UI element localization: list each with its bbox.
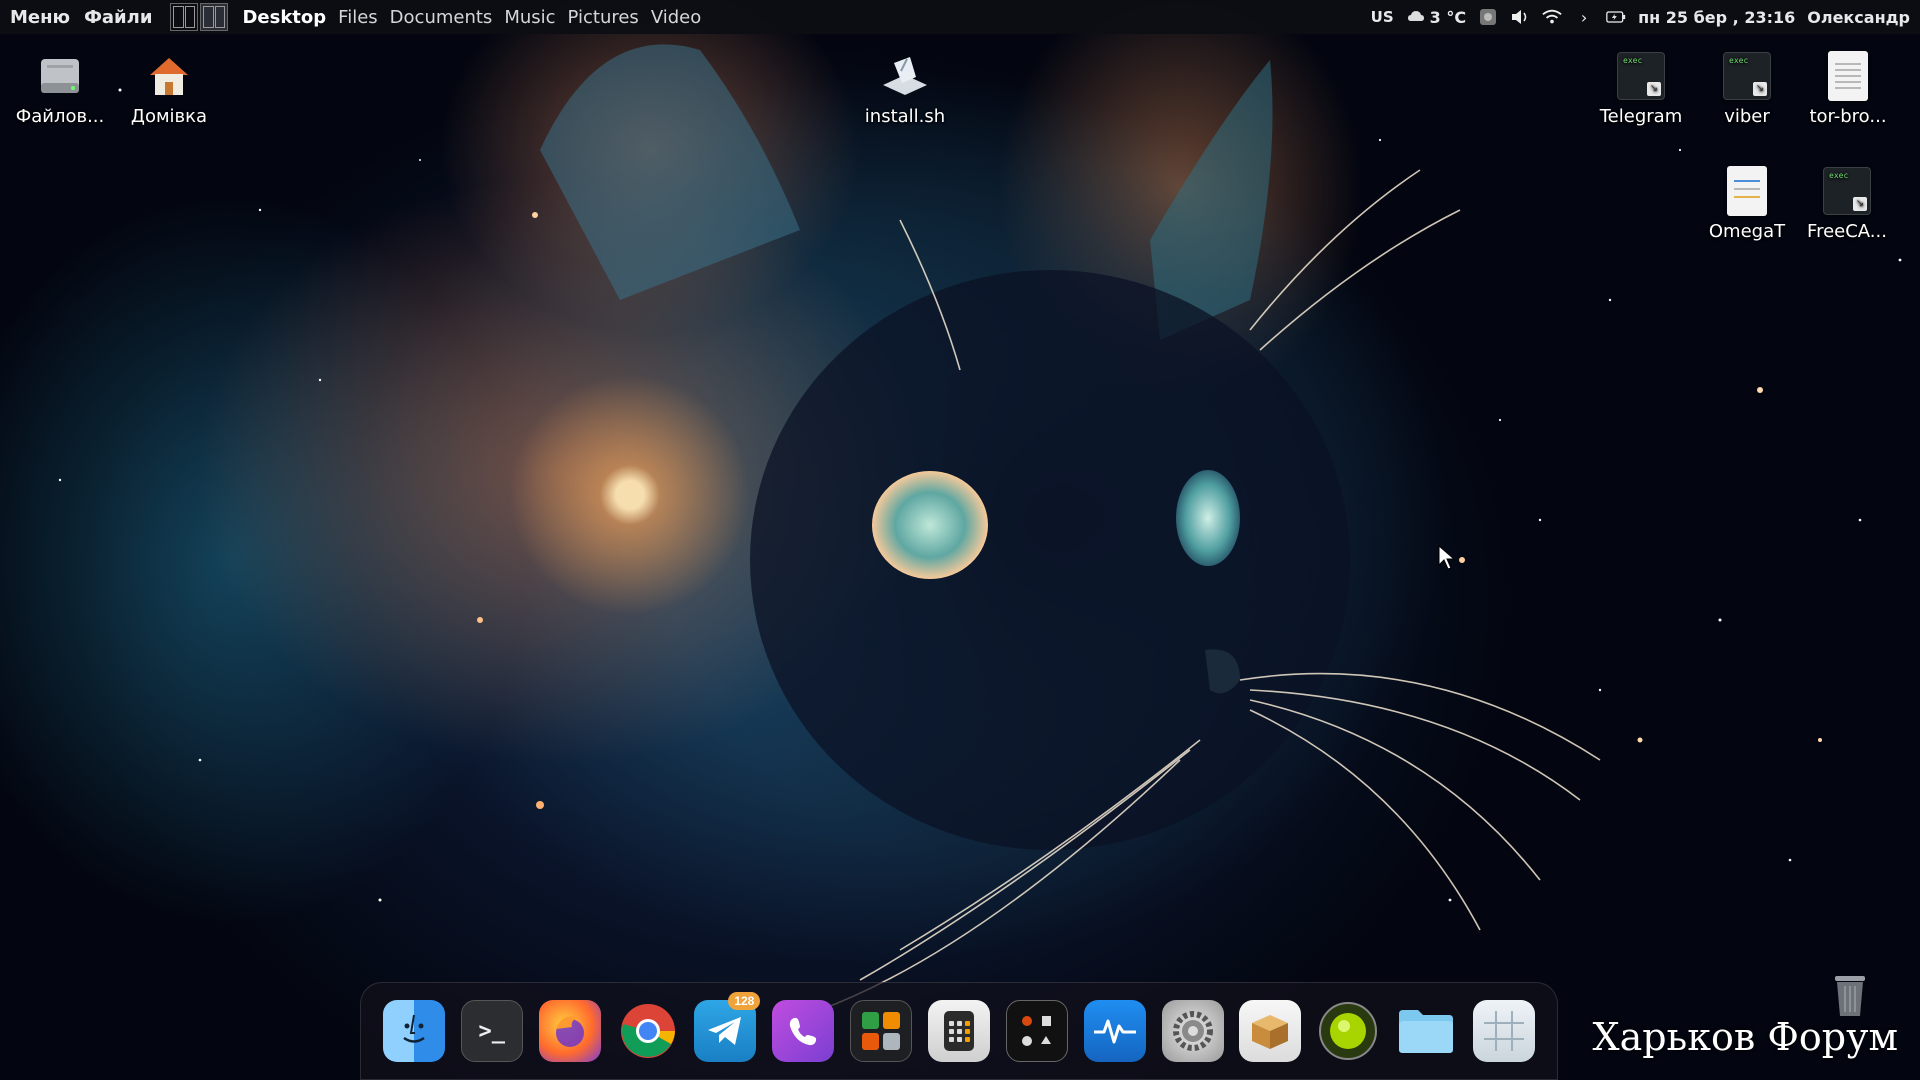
settings-gear-icon[interactable]	[1161, 1000, 1224, 1062]
script-file-icon	[879, 50, 931, 102]
place-music[interactable]: Music	[504, 7, 555, 28]
games-icon[interactable]	[1005, 1000, 1068, 1062]
viber-icon[interactable]	[772, 1000, 835, 1062]
firefox-icon[interactable]	[538, 1000, 601, 1062]
desktop-icon-label: Домівка	[130, 106, 208, 127]
system-tray: US 3 °C › пн 25 бер , 23:16 Олександр	[1371, 7, 1910, 27]
watermark-text: Харьков Форум	[1592, 1015, 1898, 1059]
desktop-icon-label: Файлов...	[15, 106, 105, 127]
executable-icon: exec ↘	[1821, 165, 1873, 217]
temperature-label: 3 °C	[1429, 7, 1467, 27]
workspace-1[interactable]	[170, 3, 199, 31]
hard-drive-icon	[34, 50, 86, 102]
folder-icon[interactable]	[1395, 1000, 1457, 1062]
wifi-icon[interactable]	[1542, 7, 1562, 27]
desktop-icon-label: FreeCA...	[1807, 221, 1887, 242]
workspace-switcher	[170, 3, 229, 31]
places-bar: Desktop Files Documents Music Pictures V…	[242, 7, 701, 28]
keyboard-layout-indicator[interactable]: US	[1371, 8, 1394, 26]
dock: >_ 128	[360, 982, 1558, 1080]
desktop-wallpaper	[0, 0, 1920, 1080]
executable-icon: exec ↘	[1615, 50, 1667, 102]
orb-app-icon[interactable]	[1317, 1000, 1379, 1062]
terminal-icon[interactable]: >_	[460, 1000, 523, 1062]
files-button[interactable]: Файли	[84, 7, 152, 28]
desktop-icon-omegat[interactable]: OmegaT	[1692, 165, 1802, 242]
desktop-icon-viber[interactable]: exec ↘ viber	[1692, 50, 1802, 127]
calculator-icon[interactable]	[927, 1000, 990, 1062]
office-suite-icon[interactable]	[850, 1000, 913, 1062]
telegram-icon[interactable]: 128	[694, 992, 761, 1062]
place-desktop[interactable]: Desktop	[242, 7, 326, 28]
app-grid-icon[interactable]	[1472, 1000, 1535, 1062]
application-file-icon	[1721, 165, 1773, 217]
weather-widget[interactable]: 3 °C	[1406, 7, 1466, 27]
chrome-icon[interactable]	[617, 1000, 679, 1062]
desktop-icon-label: viber	[1724, 106, 1770, 127]
notification-badge: 128	[728, 992, 761, 1010]
user-menu[interactable]: Олександр	[1807, 8, 1910, 27]
wallpaper-art	[58, 44, 1902, 1011]
home-folder-icon	[143, 50, 195, 102]
workspace-2[interactable]	[200, 3, 229, 31]
desktop-icon-freecad[interactable]: exec ↘ FreeCA...	[1795, 165, 1899, 242]
desktop-icon-label: OmegaT	[1708, 221, 1786, 242]
volume-icon[interactable]	[1510, 7, 1530, 27]
weather-icon	[1406, 7, 1426, 27]
executable-icon: exec ↘	[1721, 50, 1773, 102]
battery-icon[interactable]	[1606, 7, 1626, 27]
desktop-icon-label: tor-bro...	[1809, 106, 1887, 127]
place-documents[interactable]: Documents	[390, 7, 493, 28]
mouse-cursor-icon	[1438, 544, 1456, 575]
package-installer-icon[interactable]	[1239, 1000, 1302, 1062]
desktop-icon-telegram[interactable]: exec ↘ Telegram	[1586, 50, 1696, 127]
place-pictures[interactable]: Pictures	[568, 7, 639, 28]
trash-icon[interactable]	[1832, 974, 1868, 1018]
chevron-right-icon[interactable]: ›	[1574, 7, 1594, 27]
text-file-icon	[1822, 50, 1874, 102]
top-panel: Меню Файли Desktop Files Documents Music…	[0, 0, 1920, 34]
desktop-icon-home[interactable]: Домівка	[114, 50, 224, 127]
desktop-icon-install-sh[interactable]: install.sh	[850, 50, 960, 127]
desktop-icon-tor-browser[interactable]: tor-bro...	[1798, 50, 1898, 127]
clock[interactable]: пн 25 бер , 23:16	[1638, 8, 1795, 27]
screenshot-icon[interactable]	[1478, 7, 1498, 27]
desktop-icon-label: install.sh	[864, 106, 946, 127]
finder-icon[interactable]	[382, 1000, 445, 1062]
place-video[interactable]: Video	[651, 7, 701, 28]
place-files[interactable]: Files	[338, 7, 378, 28]
desktop-icon-label: Telegram	[1599, 106, 1683, 127]
menu-button[interactable]: Меню	[10, 7, 70, 28]
system-monitor-icon[interactable]	[1083, 1000, 1146, 1062]
desktop-icon-filesystem[interactable]: Файлов...	[5, 50, 115, 127]
